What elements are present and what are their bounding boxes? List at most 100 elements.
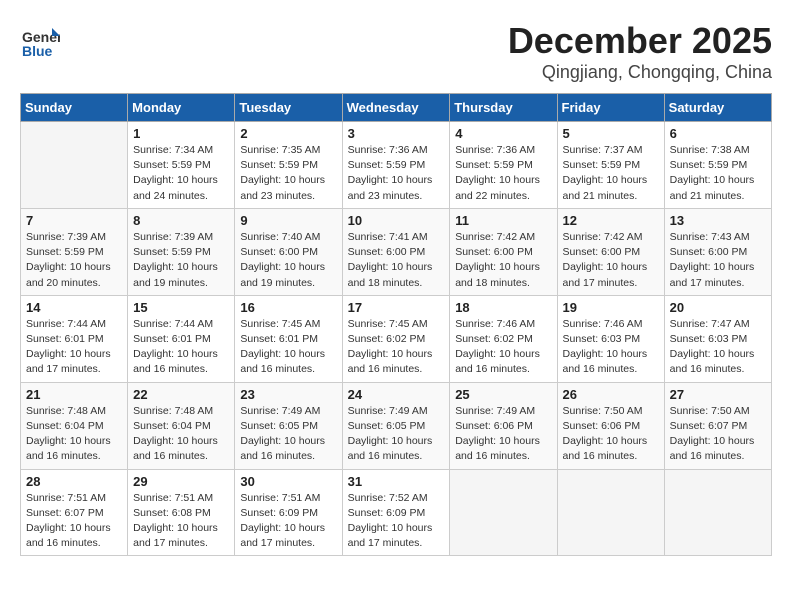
- calendar-cell: [664, 469, 771, 556]
- day-info: Sunrise: 7:40 AM Sunset: 6:00 PM Dayligh…: [240, 230, 336, 291]
- day-number: 9: [240, 213, 336, 228]
- day-info: Sunrise: 7:44 AM Sunset: 6:01 PM Dayligh…: [133, 317, 229, 378]
- day-header-saturday: Saturday: [664, 94, 771, 122]
- location-title: Qingjiang, Chongqing, China: [508, 62, 772, 83]
- calendar-cell: 5 Sunrise: 7:37 AM Sunset: 5:59 PM Daylig…: [557, 122, 664, 209]
- calendar-body: 1 Sunrise: 7:34 AM Sunset: 5:59 PM Daylig…: [21, 122, 772, 556]
- calendar-cell: 18 Sunrise: 7:46 AM Sunset: 6:02 PM Dayli…: [450, 295, 557, 382]
- day-number: 17: [348, 300, 445, 315]
- calendar-cell: 13Sunrise: 7:43 AM Sunset: 6:00 PM Dayli…: [664, 208, 771, 295]
- day-info: Sunrise: 7:51 AM Sunset: 6:07 PM Dayligh…: [26, 491, 122, 552]
- day-info: Sunrise: 7:37 AM Sunset: 5:59 PM Dayligh…: [563, 143, 659, 204]
- calendar-cell: 6 Sunrise: 7:38 AM Sunset: 5:59 PM Daylig…: [664, 122, 771, 209]
- day-info: Sunrise: 7:46 AM Sunset: 6:02 PM Dayligh…: [455, 317, 551, 378]
- calendar-cell: 11 Sunrise: 7:42 AM Sunset: 6:00 PM Dayli…: [450, 208, 557, 295]
- day-info: Sunrise: 7:49 AM Sunset: 6:05 PM Dayligh…: [348, 404, 445, 465]
- calendar-week-4: 21 Sunrise: 7:48 AM Sunset: 6:04 PM Dayli…: [21, 382, 772, 469]
- calendar-cell: 7 Sunrise: 7:39 AM Sunset: 5:59 PM Daylig…: [21, 208, 128, 295]
- calendar-cell: [450, 469, 557, 556]
- day-info: Sunrise: 7:49 AM Sunset: 6:06 PM Dayligh…: [455, 404, 551, 465]
- day-info: Sunrise: 7:42 AM Sunset: 6:00 PM Dayligh…: [455, 230, 551, 291]
- day-info: Sunrise: 7:39 AM Sunset: 5:59 PM Dayligh…: [26, 230, 122, 291]
- calendar-cell: 4 Sunrise: 7:36 AM Sunset: 5:59 PM Daylig…: [450, 122, 557, 209]
- day-number: 14: [26, 300, 122, 315]
- day-number: 10: [348, 213, 445, 228]
- day-number: 4: [455, 126, 551, 141]
- day-info: Sunrise: 7:46 AM Sunset: 6:03 PM Dayligh…: [563, 317, 659, 378]
- day-info: Sunrise: 7:45 AM Sunset: 6:02 PM Dayligh…: [348, 317, 445, 378]
- calendar-cell: 9 Sunrise: 7:40 AM Sunset: 6:00 PM Daylig…: [235, 208, 342, 295]
- day-header-friday: Friday: [557, 94, 664, 122]
- day-info: Sunrise: 7:42 AM Sunset: 6:00 PM Dayligh…: [563, 230, 659, 291]
- day-number: 12: [563, 213, 659, 228]
- day-header-sunday: Sunday: [21, 94, 128, 122]
- day-number: 21: [26, 387, 122, 402]
- calendar-cell: 22Sunrise: 7:48 AM Sunset: 6:04 PM Dayli…: [128, 382, 235, 469]
- calendar-cell: [557, 469, 664, 556]
- calendar-week-1: 1 Sunrise: 7:34 AM Sunset: 5:59 PM Daylig…: [21, 122, 772, 209]
- day-number: 22: [133, 387, 229, 402]
- calendar-week-2: 7 Sunrise: 7:39 AM Sunset: 5:59 PM Daylig…: [21, 208, 772, 295]
- day-number: 13: [670, 213, 766, 228]
- day-number: 29: [133, 474, 229, 489]
- day-number: 5: [563, 126, 659, 141]
- day-number: 8: [133, 213, 229, 228]
- calendar-cell: 31Sunrise: 7:52 AM Sunset: 6:09 PM Dayli…: [342, 469, 450, 556]
- day-number: 27: [670, 387, 766, 402]
- calendar-cell: 29 Sunrise: 7:51 AM Sunset: 6:08 PM Dayli…: [128, 469, 235, 556]
- day-info: Sunrise: 7:48 AM Sunset: 6:04 PM Dayligh…: [26, 404, 122, 465]
- title-area: December 2025 Qingjiang, Chongqing, Chin…: [508, 20, 772, 83]
- calendar-cell: 8 Sunrise: 7:39 AM Sunset: 5:59 PM Daylig…: [128, 208, 235, 295]
- day-info: Sunrise: 7:39 AM Sunset: 5:59 PM Dayligh…: [133, 230, 229, 291]
- day-number: 1: [133, 126, 229, 141]
- day-number: 15: [133, 300, 229, 315]
- day-info: Sunrise: 7:36 AM Sunset: 5:59 PM Dayligh…: [455, 143, 551, 204]
- calendar-cell: 30 Sunrise: 7:51 AM Sunset: 6:09 PM Dayli…: [235, 469, 342, 556]
- calendar-cell: 21 Sunrise: 7:48 AM Sunset: 6:04 PM Dayli…: [21, 382, 128, 469]
- day-number: 30: [240, 474, 336, 489]
- calendar-cell: 17 Sunrise: 7:45 AM Sunset: 6:02 PM Dayli…: [342, 295, 450, 382]
- day-info: Sunrise: 7:45 AM Sunset: 6:01 PM Dayligh…: [240, 317, 336, 378]
- day-number: 23: [240, 387, 336, 402]
- calendar-cell: 14 Sunrise: 7:44 AM Sunset: 6:01 PM Dayli…: [21, 295, 128, 382]
- month-title: December 2025: [508, 20, 772, 62]
- day-number: 2: [240, 126, 336, 141]
- calendar-cell: 16Sunrise: 7:45 AM Sunset: 6:01 PM Dayli…: [235, 295, 342, 382]
- day-header-monday: Monday: [128, 94, 235, 122]
- calendar-cell: 23 Sunrise: 7:49 AM Sunset: 6:05 PM Dayli…: [235, 382, 342, 469]
- calendar-header-row: SundayMondayTuesdayWednesdayThursdayFrid…: [21, 94, 772, 122]
- calendar-cell: 10Sunrise: 7:41 AM Sunset: 6:00 PM Dayli…: [342, 208, 450, 295]
- calendar-cell: 24 Sunrise: 7:49 AM Sunset: 6:05 PM Dayli…: [342, 382, 450, 469]
- calendar-cell: 19 Sunrise: 7:46 AM Sunset: 6:03 PM Dayli…: [557, 295, 664, 382]
- day-info: Sunrise: 7:38 AM Sunset: 5:59 PM Dayligh…: [670, 143, 766, 204]
- day-info: Sunrise: 7:51 AM Sunset: 6:08 PM Dayligh…: [133, 491, 229, 552]
- day-number: 11: [455, 213, 551, 228]
- day-number: 24: [348, 387, 445, 402]
- day-header-thursday: Thursday: [450, 94, 557, 122]
- day-number: 3: [348, 126, 445, 141]
- day-info: Sunrise: 7:47 AM Sunset: 6:03 PM Dayligh…: [670, 317, 766, 378]
- day-number: 28: [26, 474, 122, 489]
- calendar-cell: [21, 122, 128, 209]
- svg-text:Blue: Blue: [22, 43, 53, 59]
- calendar-cell: 2Sunrise: 7:35 AM Sunset: 5:59 PM Daylig…: [235, 122, 342, 209]
- day-number: 18: [455, 300, 551, 315]
- day-number: 19: [563, 300, 659, 315]
- day-header-wednesday: Wednesday: [342, 94, 450, 122]
- day-info: Sunrise: 7:49 AM Sunset: 6:05 PM Dayligh…: [240, 404, 336, 465]
- calendar-cell: 27 Sunrise: 7:50 AM Sunset: 6:07 PM Dayli…: [664, 382, 771, 469]
- day-info: Sunrise: 7:34 AM Sunset: 5:59 PM Dayligh…: [133, 143, 229, 204]
- day-number: 7: [26, 213, 122, 228]
- calendar-cell: 26Sunrise: 7:50 AM Sunset: 6:06 PM Dayli…: [557, 382, 664, 469]
- day-number: 6: [670, 126, 766, 141]
- logo-icon: General Blue: [20, 20, 60, 60]
- calendar-week-5: 28 Sunrise: 7:51 AM Sunset: 6:07 PM Dayli…: [21, 469, 772, 556]
- day-number: 31: [348, 474, 445, 489]
- day-info: Sunrise: 7:51 AM Sunset: 6:09 PM Dayligh…: [240, 491, 336, 552]
- calendar-cell: 3Sunrise: 7:36 AM Sunset: 5:59 PM Daylig…: [342, 122, 450, 209]
- calendar-cell: 20Sunrise: 7:47 AM Sunset: 6:03 PM Dayli…: [664, 295, 771, 382]
- day-info: Sunrise: 7:44 AM Sunset: 6:01 PM Dayligh…: [26, 317, 122, 378]
- calendar-cell: 28 Sunrise: 7:51 AM Sunset: 6:07 PM Dayli…: [21, 469, 128, 556]
- day-info: Sunrise: 7:50 AM Sunset: 6:07 PM Dayligh…: [670, 404, 766, 465]
- logo: General Blue: [20, 20, 64, 60]
